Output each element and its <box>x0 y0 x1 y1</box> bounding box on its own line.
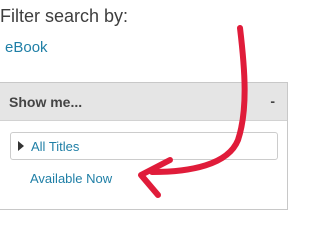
filter-heading: Filter search by: <box>0 6 129 26</box>
all-titles-option[interactable]: All Titles <box>10 132 278 160</box>
collapse-toggle-button[interactable]: - <box>270 93 275 109</box>
format-filter-ebook-link[interactable]: eBook <box>5 39 48 56</box>
caret-right-icon <box>18 141 24 151</box>
all-titles-label: All Titles <box>31 139 80 154</box>
show-me-panel-header[interactable]: Show me... - <box>0 83 287 121</box>
show-me-panel-title: Show me... <box>9 94 83 110</box>
show-me-panel: Show me... - All Titles Available Now <box>0 82 288 210</box>
available-now-option[interactable]: Available Now <box>30 171 112 186</box>
